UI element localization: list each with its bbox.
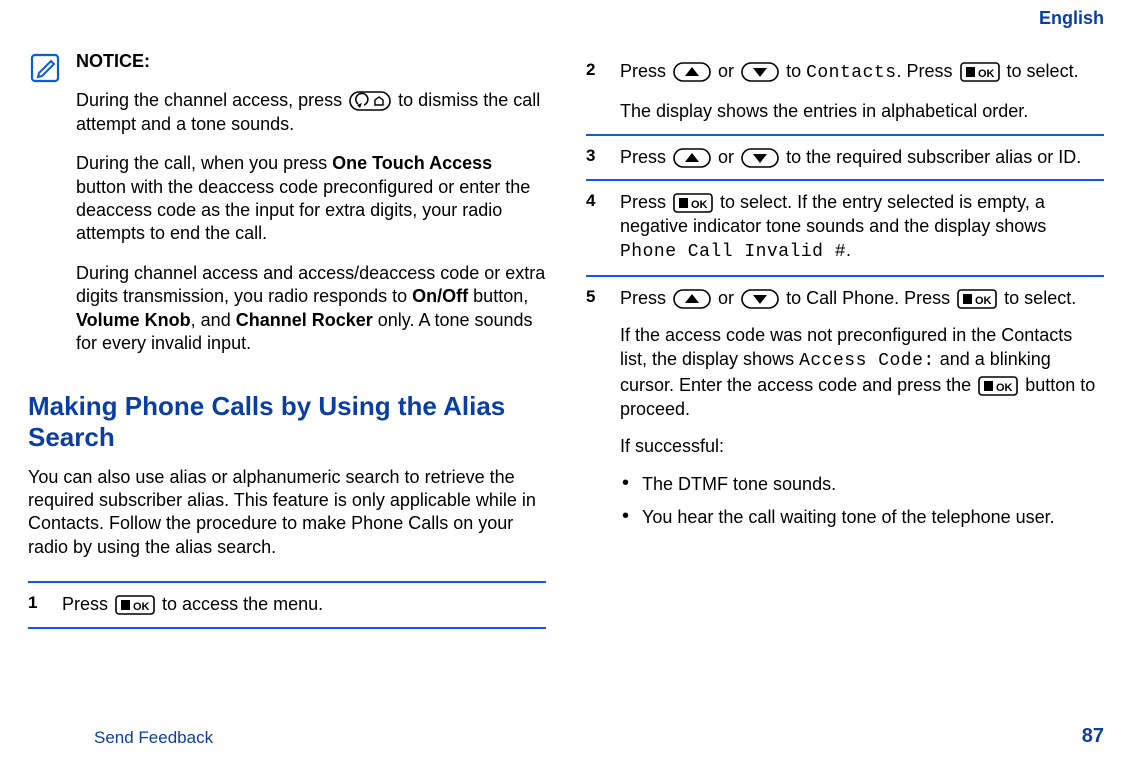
text: to Call Phone. Press bbox=[786, 288, 955, 308]
up-button-icon bbox=[673, 148, 711, 168]
text: During the channel access, press bbox=[76, 90, 347, 110]
text: button, bbox=[468, 286, 528, 306]
ok-button-icon bbox=[957, 289, 997, 309]
step-number: 1 bbox=[28, 593, 46, 617]
down-button-icon bbox=[741, 289, 779, 309]
lcd-text: Access Code: bbox=[799, 351, 935, 371]
ok-button-icon bbox=[673, 193, 713, 213]
text: to select. bbox=[1007, 61, 1079, 81]
back-home-button-icon bbox=[349, 91, 391, 111]
step-text: Press to access the menu. bbox=[62, 593, 546, 617]
lcd-text: Contacts bbox=[806, 63, 896, 83]
up-button-icon bbox=[673, 289, 711, 309]
text: Press bbox=[62, 594, 113, 614]
text: . Press bbox=[897, 61, 958, 81]
step-4: 4 Press to select. If the entry selected… bbox=[586, 179, 1104, 274]
text: Press bbox=[620, 288, 671, 308]
step-3: 3 Press or to the required subscriber al… bbox=[586, 134, 1104, 180]
ok-button-icon bbox=[115, 595, 155, 615]
down-button-icon bbox=[741, 62, 779, 82]
step-text: Press or to Contacts. Press to select. bbox=[620, 60, 1104, 86]
step-5: 5 Press or to Call Phone. Press to selec… bbox=[586, 275, 1104, 550]
up-button-icon bbox=[673, 62, 711, 82]
step-2: 2 Press or to Contacts. Press to select.… bbox=[586, 50, 1104, 134]
bold-text: On/Off bbox=[412, 286, 468, 306]
bold-text: Channel Rocker bbox=[236, 310, 373, 330]
right-column: 2 Press or to Contacts. Press to select.… bbox=[586, 50, 1104, 710]
bullet-list: The DTMF tone sounds. You hear the call … bbox=[620, 473, 1104, 530]
step-number: 3 bbox=[586, 146, 604, 170]
text: to bbox=[786, 61, 806, 81]
step-body: Press or to Contacts. Press to select. T… bbox=[620, 60, 1104, 124]
text: to select. bbox=[1004, 288, 1076, 308]
text: Press bbox=[620, 192, 671, 212]
ok-button-icon bbox=[978, 376, 1018, 396]
list-item: You hear the call waiting tone of the te… bbox=[622, 506, 1104, 529]
send-feedback-link[interactable]: Send Feedback bbox=[94, 728, 213, 748]
lcd-text: Phone Call Invalid # bbox=[620, 242, 846, 262]
notice-p1: During the channel access, press to dism… bbox=[76, 89, 546, 136]
content-columns: NOTICE: During the channel access, press… bbox=[28, 50, 1104, 710]
section-intro: You can also use alias or alphanumeric s… bbox=[28, 466, 546, 560]
bold-text: One Touch Access bbox=[332, 153, 492, 173]
text: or bbox=[718, 147, 739, 167]
text: or bbox=[718, 288, 739, 308]
section-heading: Making Phone Calls by Using the Alias Se… bbox=[28, 391, 546, 453]
step-body: Press to access the menu. bbox=[62, 593, 546, 617]
notice-title: NOTICE: bbox=[76, 50, 546, 73]
step-body: Press to select. If the entry selected i… bbox=[620, 191, 1104, 264]
step-text: Press to select. If the entry selected i… bbox=[620, 191, 1104, 264]
notice-p2: During the call, when you press One Touc… bbox=[76, 152, 546, 246]
step-text: Press or to the required subscriber alia… bbox=[620, 146, 1104, 170]
step-1: 1 Press to access the menu. bbox=[28, 581, 546, 629]
down-button-icon bbox=[741, 148, 779, 168]
text: to access the menu. bbox=[162, 594, 323, 614]
text: to the required subscriber alias or ID. bbox=[786, 147, 1081, 167]
notice-body: NOTICE: During the channel access, press… bbox=[76, 50, 546, 371]
text: Press bbox=[620, 147, 671, 167]
text: button with the deaccess code preconfigu… bbox=[76, 177, 530, 244]
text: or bbox=[718, 61, 739, 81]
page-number: 87 bbox=[1082, 725, 1104, 748]
step-text: If the access code was not preconfigured… bbox=[620, 324, 1104, 421]
text: . bbox=[846, 240, 851, 260]
step-text: Press or to Call Phone. Press to select. bbox=[620, 287, 1104, 311]
step-body: Press or to the required subscriber alia… bbox=[620, 146, 1104, 170]
bold-text: Volume Knob bbox=[76, 310, 191, 330]
step-number: 5 bbox=[586, 287, 604, 540]
step-body: Press or to Call Phone. Press to select.… bbox=[620, 287, 1104, 540]
left-column: NOTICE: During the channel access, press… bbox=[28, 50, 546, 710]
language-label: English bbox=[1039, 8, 1104, 29]
step-number: 4 bbox=[586, 191, 604, 264]
text: Press bbox=[620, 61, 671, 81]
notice-block: NOTICE: During the channel access, press… bbox=[28, 50, 546, 371]
notice-p3: During channel access and access/deacces… bbox=[76, 262, 546, 356]
ok-button-icon bbox=[960, 62, 1000, 82]
step-text: If successful: bbox=[620, 435, 1104, 459]
text: , and bbox=[191, 310, 236, 330]
step-text: The display shows the entries in alphabe… bbox=[620, 100, 1104, 124]
notice-icon bbox=[28, 52, 62, 371]
list-item: The DTMF tone sounds. bbox=[622, 473, 1104, 496]
page: English NOTICE: During the channel acces… bbox=[0, 0, 1132, 762]
step-number: 2 bbox=[586, 60, 604, 124]
text: During the call, when you press bbox=[76, 153, 332, 173]
